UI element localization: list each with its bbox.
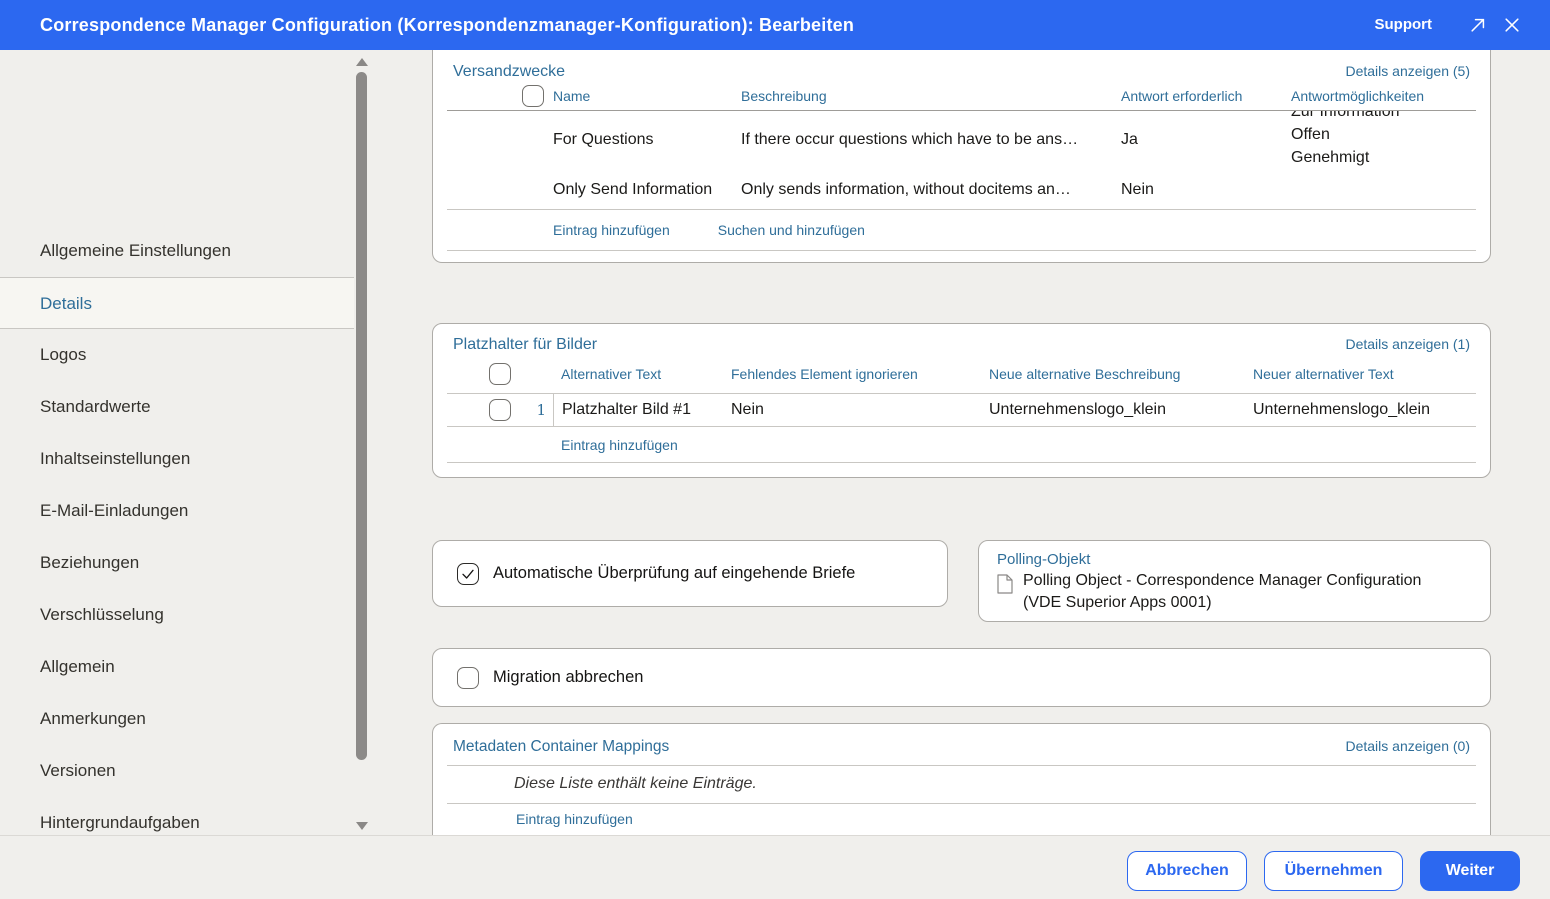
sidebar-item-standardwerte[interactable]: Standardwerte — [0, 381, 354, 433]
column-header-alternativer-text: Alternativer Text — [553, 366, 731, 382]
migration-panel: Migration abbrechen — [432, 648, 1491, 707]
cell-name: For Questions — [553, 111, 741, 177]
option: Offen — [1291, 123, 1490, 146]
cell-antwortmoeglichkeiten: Zur Information Offen Genehmigt — [1291, 111, 1490, 177]
versandzwecke-title: Versandzwecke — [453, 63, 565, 81]
column-header-name: Name — [553, 88, 741, 104]
versandzwecke-add-entry-link[interactable]: Eintrag hinzufügen — [553, 222, 670, 238]
platzhalter-details-link[interactable]: Details anzeigen (1) — [1345, 336, 1470, 352]
versandzwecke-search-add-link[interactable]: Suchen und hinzufügen — [718, 222, 865, 238]
footer-bar: Abbrechen Übernehmen Weiter — [0, 835, 1550, 899]
platzhalter-header-row: Alternativer Text Fehlendes Element igno… — [433, 354, 1490, 393]
cell-alternativer-text: Platzhalter Bild #1 — [553, 394, 731, 426]
option: Genehmigt — [1291, 146, 1490, 169]
empty-list-text: Diese Liste enthält keine Einträge. — [433, 775, 1490, 793]
sidebar-item-inhaltseinstellungen[interactable]: Inhaltseinstellungen — [0, 433, 354, 485]
sidebar: Allgemeine Einstellungen Details Logos S… — [0, 50, 370, 835]
cell-neue-beschreibung: Unternehmenslogo_klein — [989, 401, 1253, 419]
platzhalter-title: Platzhalter für Bilder — [453, 336, 597, 354]
table-row[interactable]: Only Send Information Only sends informa… — [433, 177, 1490, 209]
scroll-down-arrow[interactable] — [356, 822, 368, 830]
sidebar-item-verschluesselung[interactable]: Verschlüsselung — [0, 589, 354, 641]
migration-label: Migration abbrechen — [493, 668, 643, 687]
migration-checkbox[interactable] — [457, 667, 479, 689]
column-header-beschreibung: Beschreibung — [741, 88, 1121, 104]
sidebar-item-beziehungen[interactable]: Beziehungen — [0, 537, 354, 589]
sidebar-item-versionen[interactable]: Versionen — [0, 745, 354, 797]
metadaten-section: Metadaten Container Mappings Details anz… — [432, 723, 1491, 835]
platzhalter-add-entry-link[interactable]: Eintrag hinzufügen — [561, 437, 678, 453]
column-header-fehlendes-element: Fehlendes Element ignorieren — [731, 366, 989, 382]
document-icon — [997, 574, 1013, 614]
next-button[interactable]: Weiter — [1420, 851, 1520, 891]
support-link[interactable]: Support — [1375, 0, 1433, 50]
auto-check-panel: Automatische Überprüfung auf eingehende … — [432, 540, 948, 607]
polling-title: Polling-Objekt — [997, 551, 1474, 568]
sidebar-item-allgemeine-einstellungen[interactable]: Allgemeine Einstellungen — [0, 225, 354, 277]
sidebar-item-logos[interactable]: Logos — [0, 329, 354, 381]
metadaten-title: Metadaten Container Mappings — [453, 738, 669, 756]
open-in-new-window-icon[interactable] — [1468, 15, 1488, 35]
sidebar-scrollbar[interactable] — [353, 50, 371, 835]
dialog-title: Correspondence Manager Configuration (Ko… — [40, 0, 854, 50]
apply-button[interactable]: Übernehmen — [1264, 851, 1403, 891]
row-checkbox[interactable] — [489, 399, 511, 421]
platzhalter-select-all-checkbox[interactable] — [489, 363, 511, 385]
dialog-window: Correspondence Manager Configuration (Ko… — [0, 0, 1550, 899]
cell-name: Only Send Information — [553, 177, 741, 209]
polling-value-line1: Polling Object - Correspondence Manager … — [1023, 570, 1421, 592]
column-header-antwort-erforderlich: Antwort erforderlich — [1121, 88, 1291, 104]
close-icon[interactable] — [1502, 15, 1522, 35]
cell-beschreibung: If there occur questions which have to b… — [741, 111, 1121, 177]
polling-object-link[interactable]: Polling Object - Correspondence Manager … — [997, 570, 1474, 614]
column-header-neuer-text: Neuer alternativer Text — [1253, 366, 1490, 382]
table-row[interactable]: For Questions If there occur questions w… — [433, 111, 1490, 177]
cell-beschreibung: Only sends information, without docitems… — [741, 177, 1121, 209]
sidebar-item-allgemein[interactable]: Allgemein — [0, 641, 354, 693]
scrollbar-thumb[interactable] — [356, 72, 367, 760]
versandzwecke-header-row: Name Beschreibung Antwort erforderlich A… — [433, 81, 1490, 110]
cell-neuer-text: Unternehmenslogo_klein — [1253, 401, 1490, 419]
row-number: 1 — [536, 401, 546, 419]
versandzwecke-details-link[interactable]: Details anzeigen (5) — [1345, 63, 1470, 79]
column-header-neue-beschreibung: Neue alternative Beschreibung — [989, 366, 1253, 382]
polling-panel: Polling-Objekt Polling Object - Correspo… — [978, 540, 1491, 622]
table-row[interactable]: 1 Platzhalter Bild #1 Nein Unternehmensl… — [433, 394, 1490, 426]
metadaten-details-link[interactable]: Details anzeigen (0) — [1345, 738, 1470, 756]
platzhalter-section: Platzhalter für Bilder Details anzeigen … — [432, 323, 1491, 478]
cancel-button[interactable]: Abbrechen — [1127, 851, 1247, 891]
sidebar-item-email-einladungen[interactable]: E-Mail-Einladungen — [0, 485, 354, 537]
sidebar-item-details[interactable]: Details — [0, 277, 354, 329]
versandzwecke-section: Versandzwecke Details anzeigen (5) Name … — [432, 50, 1491, 263]
metadaten-add-entry-link[interactable]: Eintrag hinzufügen — [516, 811, 633, 827]
column-header-antwortmoeglichkeiten: Antwortmöglichkeiten — [1291, 88, 1490, 104]
versandzwecke-select-all-checkbox[interactable] — [522, 85, 544, 107]
sidebar-nav: Allgemeine Einstellungen Details Logos S… — [0, 225, 354, 849]
cell-antwort-erforderlich: Nein — [1121, 177, 1291, 209]
titlebar: Correspondence Manager Configuration (Ko… — [0, 0, 1550, 50]
cell-antwort-erforderlich: Ja — [1121, 111, 1291, 177]
cell-fehlendes-element: Nein — [731, 401, 989, 419]
sidebar-item-anmerkungen[interactable]: Anmerkungen — [0, 693, 354, 745]
auto-check-checkbox[interactable] — [457, 563, 479, 585]
scroll-up-arrow[interactable] — [356, 58, 368, 66]
auto-check-label: Automatische Überprüfung auf eingehende … — [493, 564, 855, 583]
option-clipped: Zur Information — [1291, 111, 1490, 123]
content-area: Versandzwecke Details anzeigen (5) Name … — [370, 50, 1550, 835]
polling-value-line2: (VDE Superior Apps 0001) — [1023, 592, 1421, 614]
